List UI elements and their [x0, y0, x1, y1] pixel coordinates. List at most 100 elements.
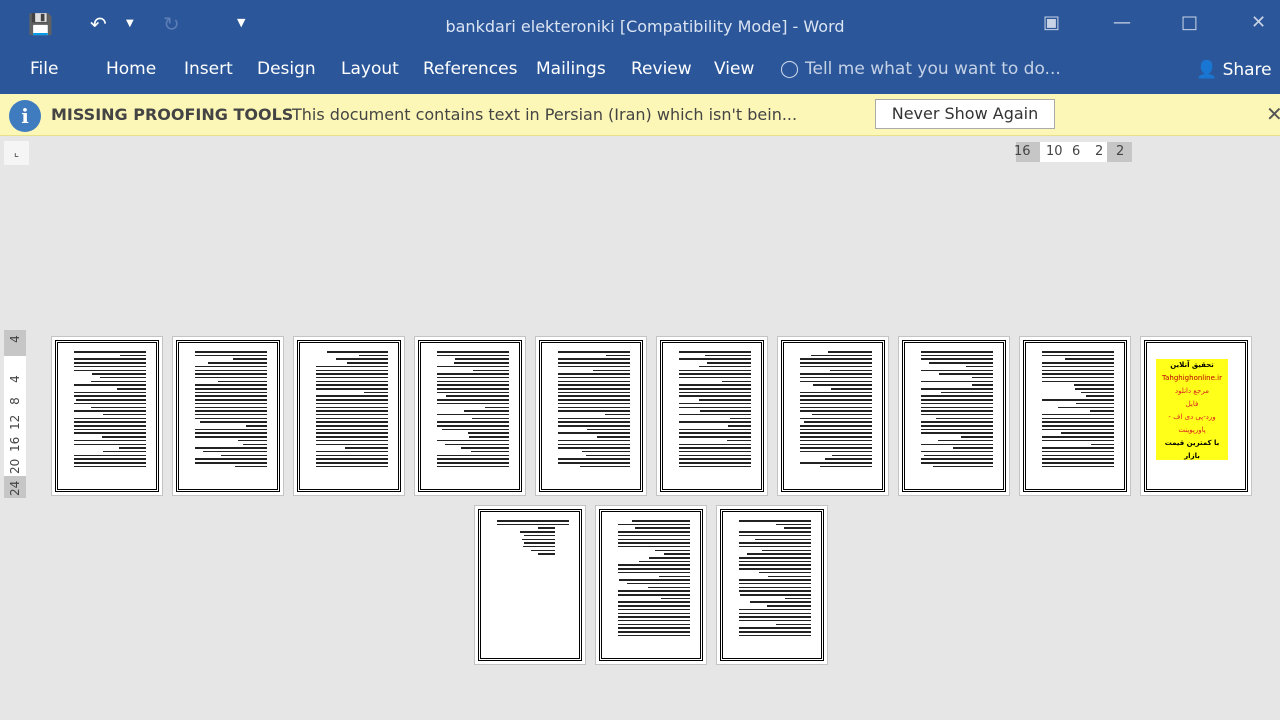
text-line — [936, 417, 993, 420]
text-line — [1042, 365, 1114, 368]
text-line — [558, 373, 630, 375]
tab-selector[interactable]: ⌞ — [4, 141, 29, 165]
page-thumbnail[interactable] — [414, 336, 526, 496]
text-line — [74, 425, 146, 427]
text-line — [437, 354, 509, 357]
text-line — [618, 634, 690, 637]
text-line — [1042, 369, 1114, 371]
window-title: bankdari elekteroniki [Compatibility Mod… — [445, 17, 845, 36]
lightbulb-icon: ◯ — [780, 59, 800, 79]
text-line — [74, 351, 146, 353]
text-line — [938, 373, 993, 375]
text-line — [679, 373, 751, 375]
tab-references[interactable]: References — [423, 59, 517, 79]
tab-layout[interactable]: Layout — [341, 59, 399, 79]
horizontal-ruler[interactable]: 16 10 6 2 2 — [1014, 142, 1132, 162]
text-line — [1042, 413, 1114, 416]
tell-me-input[interactable]: Tell me what you want to do... — [805, 59, 1061, 79]
text-line — [326, 351, 388, 353]
text-line — [740, 594, 811, 596]
text-line — [74, 365, 146, 368]
text-line — [454, 358, 509, 360]
text-line — [437, 376, 509, 379]
page-thumbnail[interactable] — [777, 336, 889, 496]
maximize-icon[interactable]: □ — [1181, 12, 1198, 33]
vertical-ruler[interactable]: 4 4 8 12 16 20 24 — [4, 330, 26, 498]
close-icon[interactable]: ✕ — [1251, 12, 1266, 33]
text-line — [558, 388, 630, 390]
text-line — [74, 358, 146, 360]
tab-file[interactable]: File — [30, 59, 58, 79]
tab-home[interactable]: Home — [106, 59, 156, 79]
text-line — [471, 450, 509, 453]
text-line — [587, 428, 630, 431]
page-thumbnail[interactable] — [595, 505, 707, 665]
page-thumbnail[interactable]: تحقیق آنلاین Tahghighonline.ir مرجع دانلود… — [1140, 336, 1252, 496]
text-line — [437, 399, 509, 401]
text-line — [195, 462, 267, 464]
text-line — [618, 534, 690, 537]
text-line — [1042, 439, 1114, 442]
tab-mailings[interactable]: Mailings — [536, 59, 606, 79]
text-line — [316, 436, 388, 438]
text-line — [728, 425, 751, 427]
close-message-icon[interactable]: ✕ — [1266, 102, 1280, 126]
text-line — [800, 462, 872, 464]
ruler-label: 2 — [1116, 144, 1125, 159]
page-thumbnail[interactable] — [1019, 336, 1131, 496]
text-line — [1042, 425, 1114, 427]
ruler-label: 4 — [8, 375, 22, 383]
text-line — [739, 542, 811, 544]
ribbon-display-icon[interactable]: ▣ — [1043, 12, 1060, 33]
text-line — [593, 369, 630, 371]
tab-insert[interactable]: Insert — [184, 59, 233, 79]
tab-view[interactable]: View — [714, 59, 754, 79]
text-line — [558, 410, 630, 412]
share-button[interactable]: 👤 Share — [1184, 54, 1274, 88]
text-line — [800, 373, 872, 375]
text-line — [800, 406, 872, 408]
text-line — [1042, 454, 1114, 457]
text-line — [800, 443, 872, 445]
tab-design[interactable]: Design — [257, 59, 316, 79]
text-line — [195, 406, 267, 408]
text-line — [118, 447, 146, 449]
text-line — [800, 391, 872, 394]
text-line — [195, 351, 267, 353]
text-line — [437, 425, 509, 427]
text-line — [1042, 421, 1114, 423]
never-show-again-button[interactable]: Never Show Again — [875, 99, 1055, 129]
text-line — [739, 557, 811, 559]
page-thumbnail[interactable] — [535, 336, 647, 496]
text-line — [800, 447, 872, 449]
text-line — [218, 380, 267, 383]
tab-review[interactable]: Review — [631, 59, 692, 79]
text-line — [1042, 362, 1114, 364]
text-line — [758, 571, 811, 574]
text-line — [445, 395, 509, 397]
page-thumbnail[interactable] — [51, 336, 163, 496]
text-line — [739, 534, 811, 537]
text-line — [581, 450, 630, 453]
page-thumbnail[interactable] — [716, 505, 828, 665]
advertisement-image: تحقیق آنلاین Tahghighonline.ir مرجع دانلود… — [1156, 359, 1228, 460]
minimize-icon[interactable]: — — [1113, 12, 1131, 33]
text-line — [316, 399, 388, 401]
text-line — [679, 388, 751, 390]
page-thumbnail[interactable] — [898, 336, 1010, 496]
text-line — [618, 545, 690, 548]
ad-line: ورد-پی دی اف - پاورپوینت — [1168, 413, 1216, 434]
page-thumbnail[interactable] — [656, 336, 768, 496]
text-line — [242, 443, 267, 445]
text-line — [921, 358, 993, 360]
text-line — [484, 406, 509, 408]
text-line — [800, 428, 872, 431]
text-line — [635, 527, 690, 529]
page-thumbnail[interactable] — [474, 505, 586, 665]
text-line — [679, 436, 751, 438]
page-thumbnail[interactable] — [172, 336, 284, 496]
text-line — [1042, 417, 1114, 420]
page-thumbnail[interactable] — [293, 336, 405, 496]
text-line — [102, 450, 146, 453]
text-line — [618, 538, 690, 540]
